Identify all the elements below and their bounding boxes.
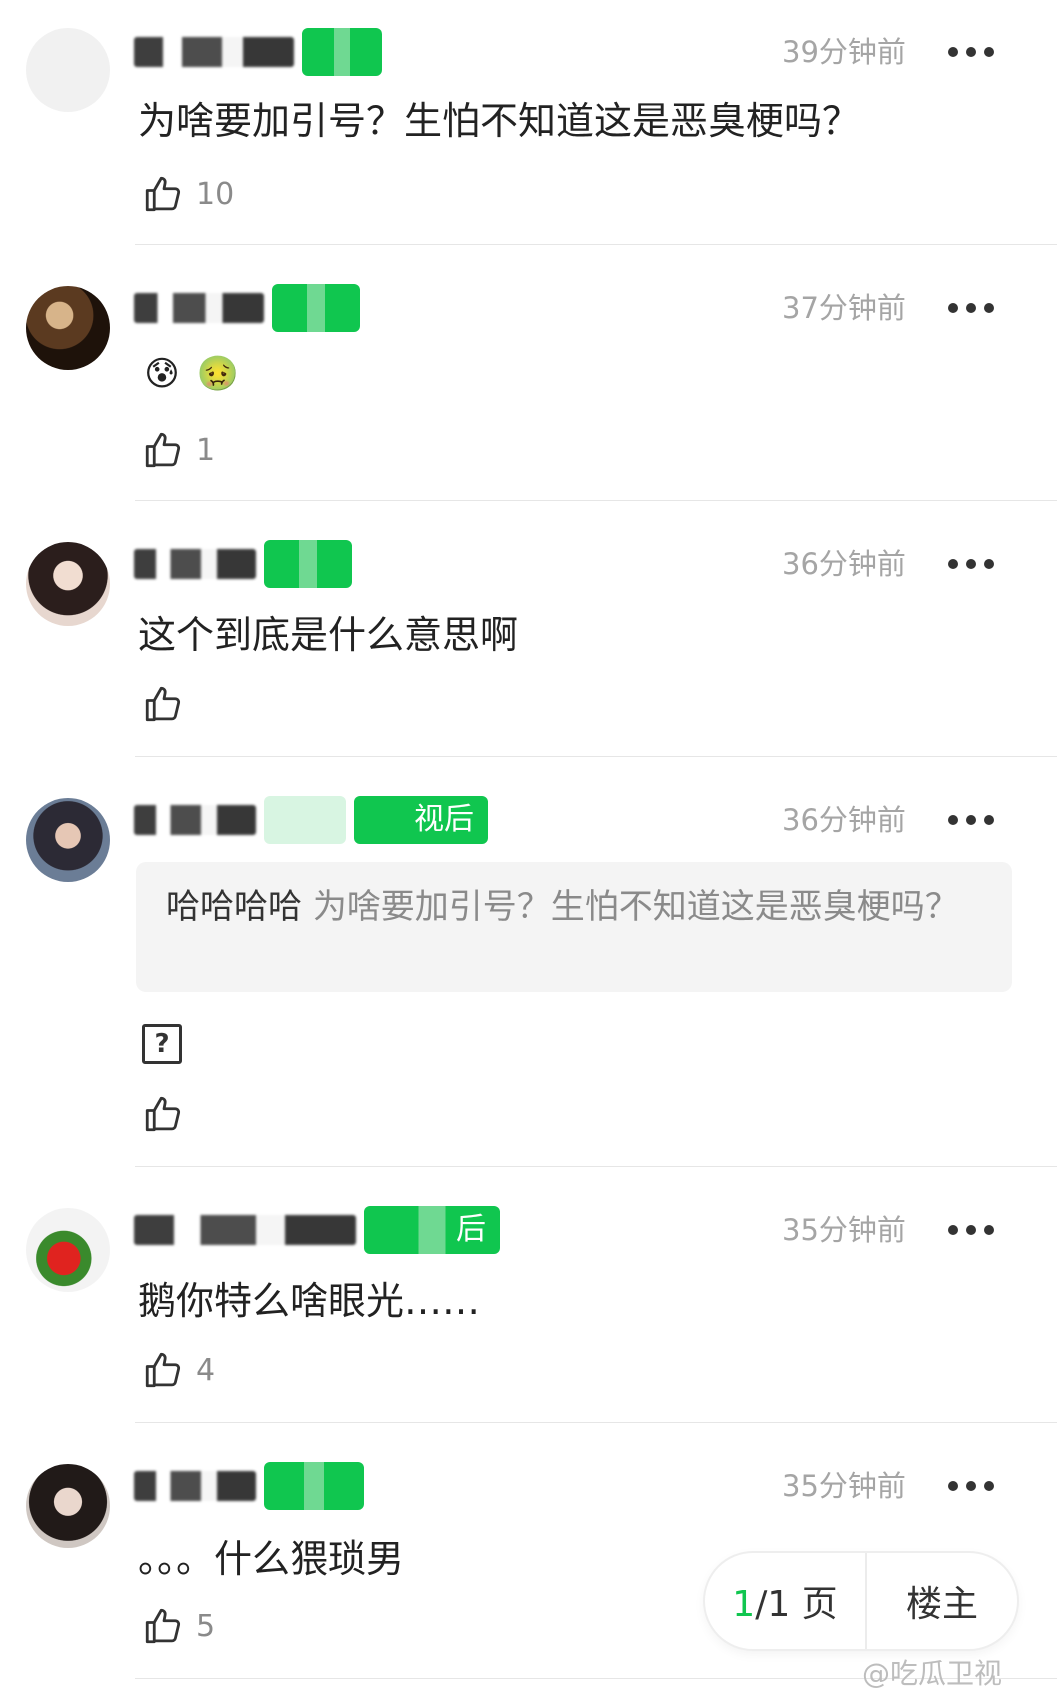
user-badge: 后 xyxy=(364,1206,500,1254)
avatar[interactable] xyxy=(26,798,110,882)
username[interactable] xyxy=(134,28,382,76)
user-badge xyxy=(302,28,382,76)
avatar[interactable] xyxy=(26,1464,110,1548)
thumbs-up-icon xyxy=(145,1352,181,1388)
blurred-name xyxy=(134,549,256,579)
comment-time: 36分钟前 xyxy=(782,547,906,581)
divider xyxy=(135,1422,1057,1423)
username[interactable] xyxy=(134,1462,364,1510)
blurred-name xyxy=(134,37,294,67)
divider xyxy=(135,756,1057,757)
reply-quote[interactable]: 哈哈哈哈 为啥要加引号？生怕不知道这是恶臭梗吗？ xyxy=(136,862,1012,992)
username[interactable]: 视后 xyxy=(134,796,488,844)
user-badge: 视后 xyxy=(354,796,488,844)
avatar[interactable] xyxy=(26,286,110,370)
divider xyxy=(135,244,1057,245)
anxious-face-emoji: 😰 xyxy=(144,354,180,394)
question-icon[interactable]: ? xyxy=(142,1024,182,1064)
like-button[interactable]: 10 xyxy=(142,172,234,216)
comment-time: 36分钟前 xyxy=(782,803,906,837)
op-only-button[interactable]: 楼主 xyxy=(867,1575,1017,1627)
like-button[interactable]: 4 xyxy=(142,1348,215,1392)
divider xyxy=(135,500,1057,501)
like-count: 5 xyxy=(196,1608,216,1644)
like-button[interactable] xyxy=(142,1092,196,1136)
comment-time: 35分钟前 xyxy=(782,1469,906,1503)
username[interactable] xyxy=(134,284,360,332)
more-icon[interactable] xyxy=(948,1208,994,1252)
page-indicator[interactable]: 1/1 页 xyxy=(705,1575,865,1627)
comment-text: 这个到底是什么意思啊 xyxy=(138,613,519,657)
like-button[interactable] xyxy=(142,682,196,726)
more-icon[interactable] xyxy=(948,1464,994,1508)
comment-text: 。。。什么猥琐男 xyxy=(138,1537,405,1581)
avatar[interactable] xyxy=(26,28,110,112)
like-count: 10 xyxy=(196,176,235,212)
comment-emojis: 😰 🤢 xyxy=(138,350,250,398)
page-total: /1 页 xyxy=(755,1584,838,1625)
thumbs-up-icon xyxy=(145,686,181,722)
reply-text: 哈哈哈哈 xyxy=(166,887,302,927)
blurred-name xyxy=(134,805,256,835)
more-icon[interactable] xyxy=(948,286,994,330)
like-button[interactable]: 1 xyxy=(142,428,215,472)
like-count: 4 xyxy=(196,1352,216,1388)
username[interactable]: 后 xyxy=(134,1206,500,1254)
username[interactable] xyxy=(134,540,352,588)
comment-time: 37分钟前 xyxy=(782,291,906,325)
like-button[interactable]: 5 xyxy=(142,1604,215,1648)
floating-pager: 1/1 页 楼主 xyxy=(705,1553,1017,1649)
comment-text: 为啥要加引号？生怕不知道这是恶臭梗吗？ xyxy=(138,99,861,143)
avatar[interactable] xyxy=(26,542,110,626)
blurred-name xyxy=(134,293,264,323)
more-icon[interactable] xyxy=(948,30,994,74)
thumbs-up-icon xyxy=(145,1608,181,1644)
avatar[interactable] xyxy=(26,1208,110,1292)
blurred-name xyxy=(134,1471,256,1501)
quoted-text: 为啥要加引号？生怕不知道这是恶臭梗吗？ xyxy=(312,887,959,927)
watermark: @吃瓜卫视 xyxy=(862,1657,1003,1690)
more-icon[interactable] xyxy=(948,798,994,842)
user-badge xyxy=(264,540,352,588)
like-count: 1 xyxy=(196,432,216,468)
user-badge xyxy=(272,284,360,332)
thumbs-up-icon xyxy=(145,176,181,212)
op-badge xyxy=(264,796,346,844)
more-icon[interactable] xyxy=(948,542,994,586)
comment-text: 鹅你特么啥眼光…… xyxy=(138,1279,481,1323)
thumbs-up-icon xyxy=(145,1096,181,1132)
comment-time: 39分钟前 xyxy=(782,35,906,69)
current-page: 1 xyxy=(732,1584,756,1625)
comment-time: 35分钟前 xyxy=(782,1213,906,1247)
nauseated-face-emoji: 🤢 xyxy=(196,354,240,394)
thumbs-up-icon xyxy=(145,432,181,468)
blurred-name xyxy=(134,1215,356,1245)
divider xyxy=(135,1166,1057,1167)
user-badge xyxy=(264,1462,364,1510)
